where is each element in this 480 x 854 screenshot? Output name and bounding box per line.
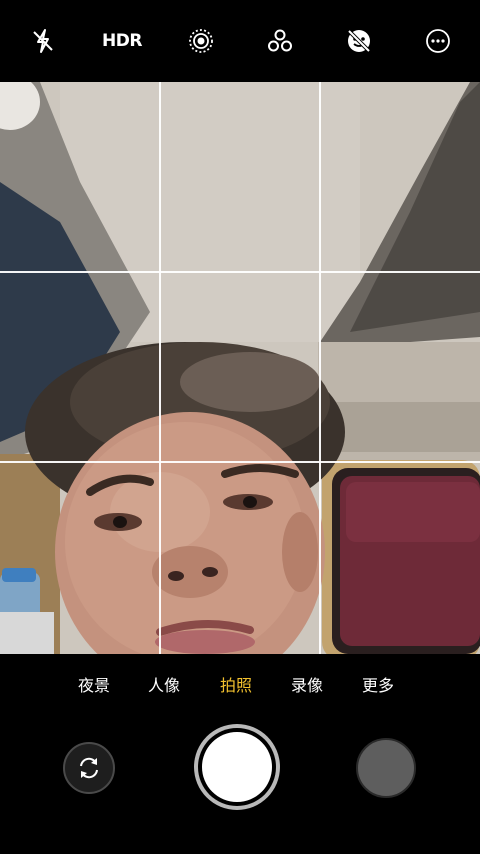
beauty-off-icon[interactable] [341, 24, 377, 58]
camera-top-toolbar: HDR [0, 0, 480, 82]
grid-line-horizontal [0, 461, 480, 463]
more-options-icon[interactable] [420, 24, 456, 58]
mode-more[interactable]: 更多 [362, 672, 394, 696]
mode-selector: 夜景 人像 拍照 录像 更多 [0, 672, 480, 700]
hdr-label: HDR [102, 31, 142, 51]
gallery-thumbnail[interactable] [356, 738, 416, 798]
grid-line-vertical [159, 82, 161, 654]
flash-off-icon[interactable] [25, 24, 61, 58]
grid-line-vertical [319, 82, 321, 654]
camera-preview-image [0, 82, 480, 654]
camera-bottom-controls: 夜景 人像 拍照 录像 更多 [0, 654, 480, 854]
live-photo-icon[interactable] [183, 24, 219, 58]
switch-camera-icon [80, 757, 98, 779]
hdr-off-icon[interactable]: HDR [102, 24, 142, 58]
camera-viewfinder[interactable] [0, 82, 480, 654]
mode-video[interactable]: 录像 [291, 672, 323, 696]
mode-portrait[interactable]: 人像 [148, 672, 180, 696]
switch-camera-button[interactable] [63, 742, 115, 794]
grid-line-horizontal [0, 271, 480, 273]
mode-photo[interactable]: 拍照 [220, 672, 252, 696]
mode-night[interactable]: 夜景 [78, 672, 110, 696]
filters-icon[interactable] [262, 24, 298, 58]
shutter-button[interactable] [202, 732, 272, 802]
